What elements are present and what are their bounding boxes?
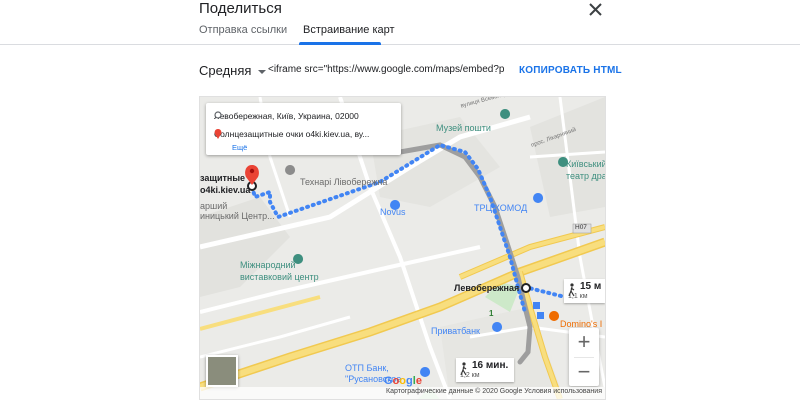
embed-code-field[interactable]: <iframe src="https://www.google.com/maps…: [268, 62, 504, 80]
walk-time-2: 15 м: [580, 281, 602, 292]
map-size-dropdown[interactable]: Средняя: [199, 63, 267, 78]
poi-trc[interactable]: ТРЦ КОМОД: [474, 203, 527, 213]
zoom-control: + −: [569, 328, 599, 386]
close-icon[interactable]: [585, 0, 605, 20]
poi-technari[interactable]: Технарі Лівобережна: [300, 177, 387, 187]
walk-time-1: 16 мин.: [472, 360, 509, 371]
directions-card: Левобережная, Київ, Украина, 02000 Солнц…: [206, 103, 401, 155]
place-left-2: o4ki.kiev.ua: [200, 185, 251, 195]
poi-novus[interactable]: Novus: [380, 207, 406, 217]
road-code-label: H07: [575, 224, 587, 231]
walk-dist-2: 1,1 км: [568, 293, 588, 300]
walk-time-box-1[interactable]: 16 мин. 1,2 км: [456, 358, 514, 382]
poi-theatre-1[interactable]: Київський а: [566, 159, 605, 169]
google-logo: Google: [384, 375, 422, 387]
station-label[interactable]: Левобережная: [454, 283, 519, 293]
poi-theatre-2: театр драми: [566, 171, 605, 181]
place-left-1: защитные: [200, 173, 246, 183]
tab-send-link[interactable]: Отправка ссылки: [199, 24, 287, 36]
tab-embed-map[interactable]: Встраивание карт: [303, 24, 395, 36]
minus-icon[interactable]: −: [569, 358, 599, 386]
more-link[interactable]: Ещё: [232, 143, 247, 152]
map-attribution[interactable]: Картографические данные © 2020 Google Ус…: [386, 388, 602, 395]
poi-privatbank[interactable]: Приватбанк: [431, 326, 480, 336]
map-footer: Картографические данные © 2020 Google Ус…: [200, 387, 605, 399]
walk-dist-1: 1,2 км: [460, 372, 480, 379]
satellite-layer-toggle[interactable]: [206, 355, 238, 387]
dialog-title: Поделиться: [199, 0, 282, 17]
poi-expo-1[interactable]: Міжнародний: [240, 260, 296, 270]
walk-time-box-2[interactable]: 15 м 1,1 км: [564, 279, 605, 303]
destination-row[interactable]: Солнцезащитные очки o4ki.kiev.ua, ву...: [214, 129, 369, 139]
copy-html-button[interactable]: КОПИРОВАТЬ HTML: [519, 65, 622, 76]
poi-otp-1[interactable]: ОТП Банк,: [345, 363, 389, 373]
origin-text: Левобережная, Київ, Украина, 02000: [214, 111, 359, 121]
destination-text: Солнцезащитные очки o4ki.kiev.ua, ву...: [214, 129, 370, 139]
chevron-down-icon: [258, 69, 267, 74]
circle-icon: [214, 111, 222, 119]
place-left-3: арший: [200, 201, 228, 211]
metro-line-number: 1: [489, 309, 494, 318]
map-size-label: Средняя: [199, 63, 252, 78]
tab-bar: Отправка ссылки Встраивание карт: [0, 22, 800, 45]
active-tab-indicator: [299, 42, 381, 45]
plus-icon[interactable]: +: [569, 328, 599, 356]
poi-museum[interactable]: Музей пошти: [436, 123, 491, 133]
pin-icon: [214, 129, 222, 139]
share-dialog: Поделиться Отправка ссылки Встраивание к…: [0, 0, 800, 403]
origin-row[interactable]: Левобережная, Київ, Украина, 02000: [214, 111, 359, 121]
map-preview[interactable]: Музей пошти Технарі Лівобережна Novus ТР…: [199, 96, 606, 400]
poi-expo-2: виставковий центр: [240, 272, 319, 282]
place-left-4: иницький Центр...: [200, 211, 275, 221]
